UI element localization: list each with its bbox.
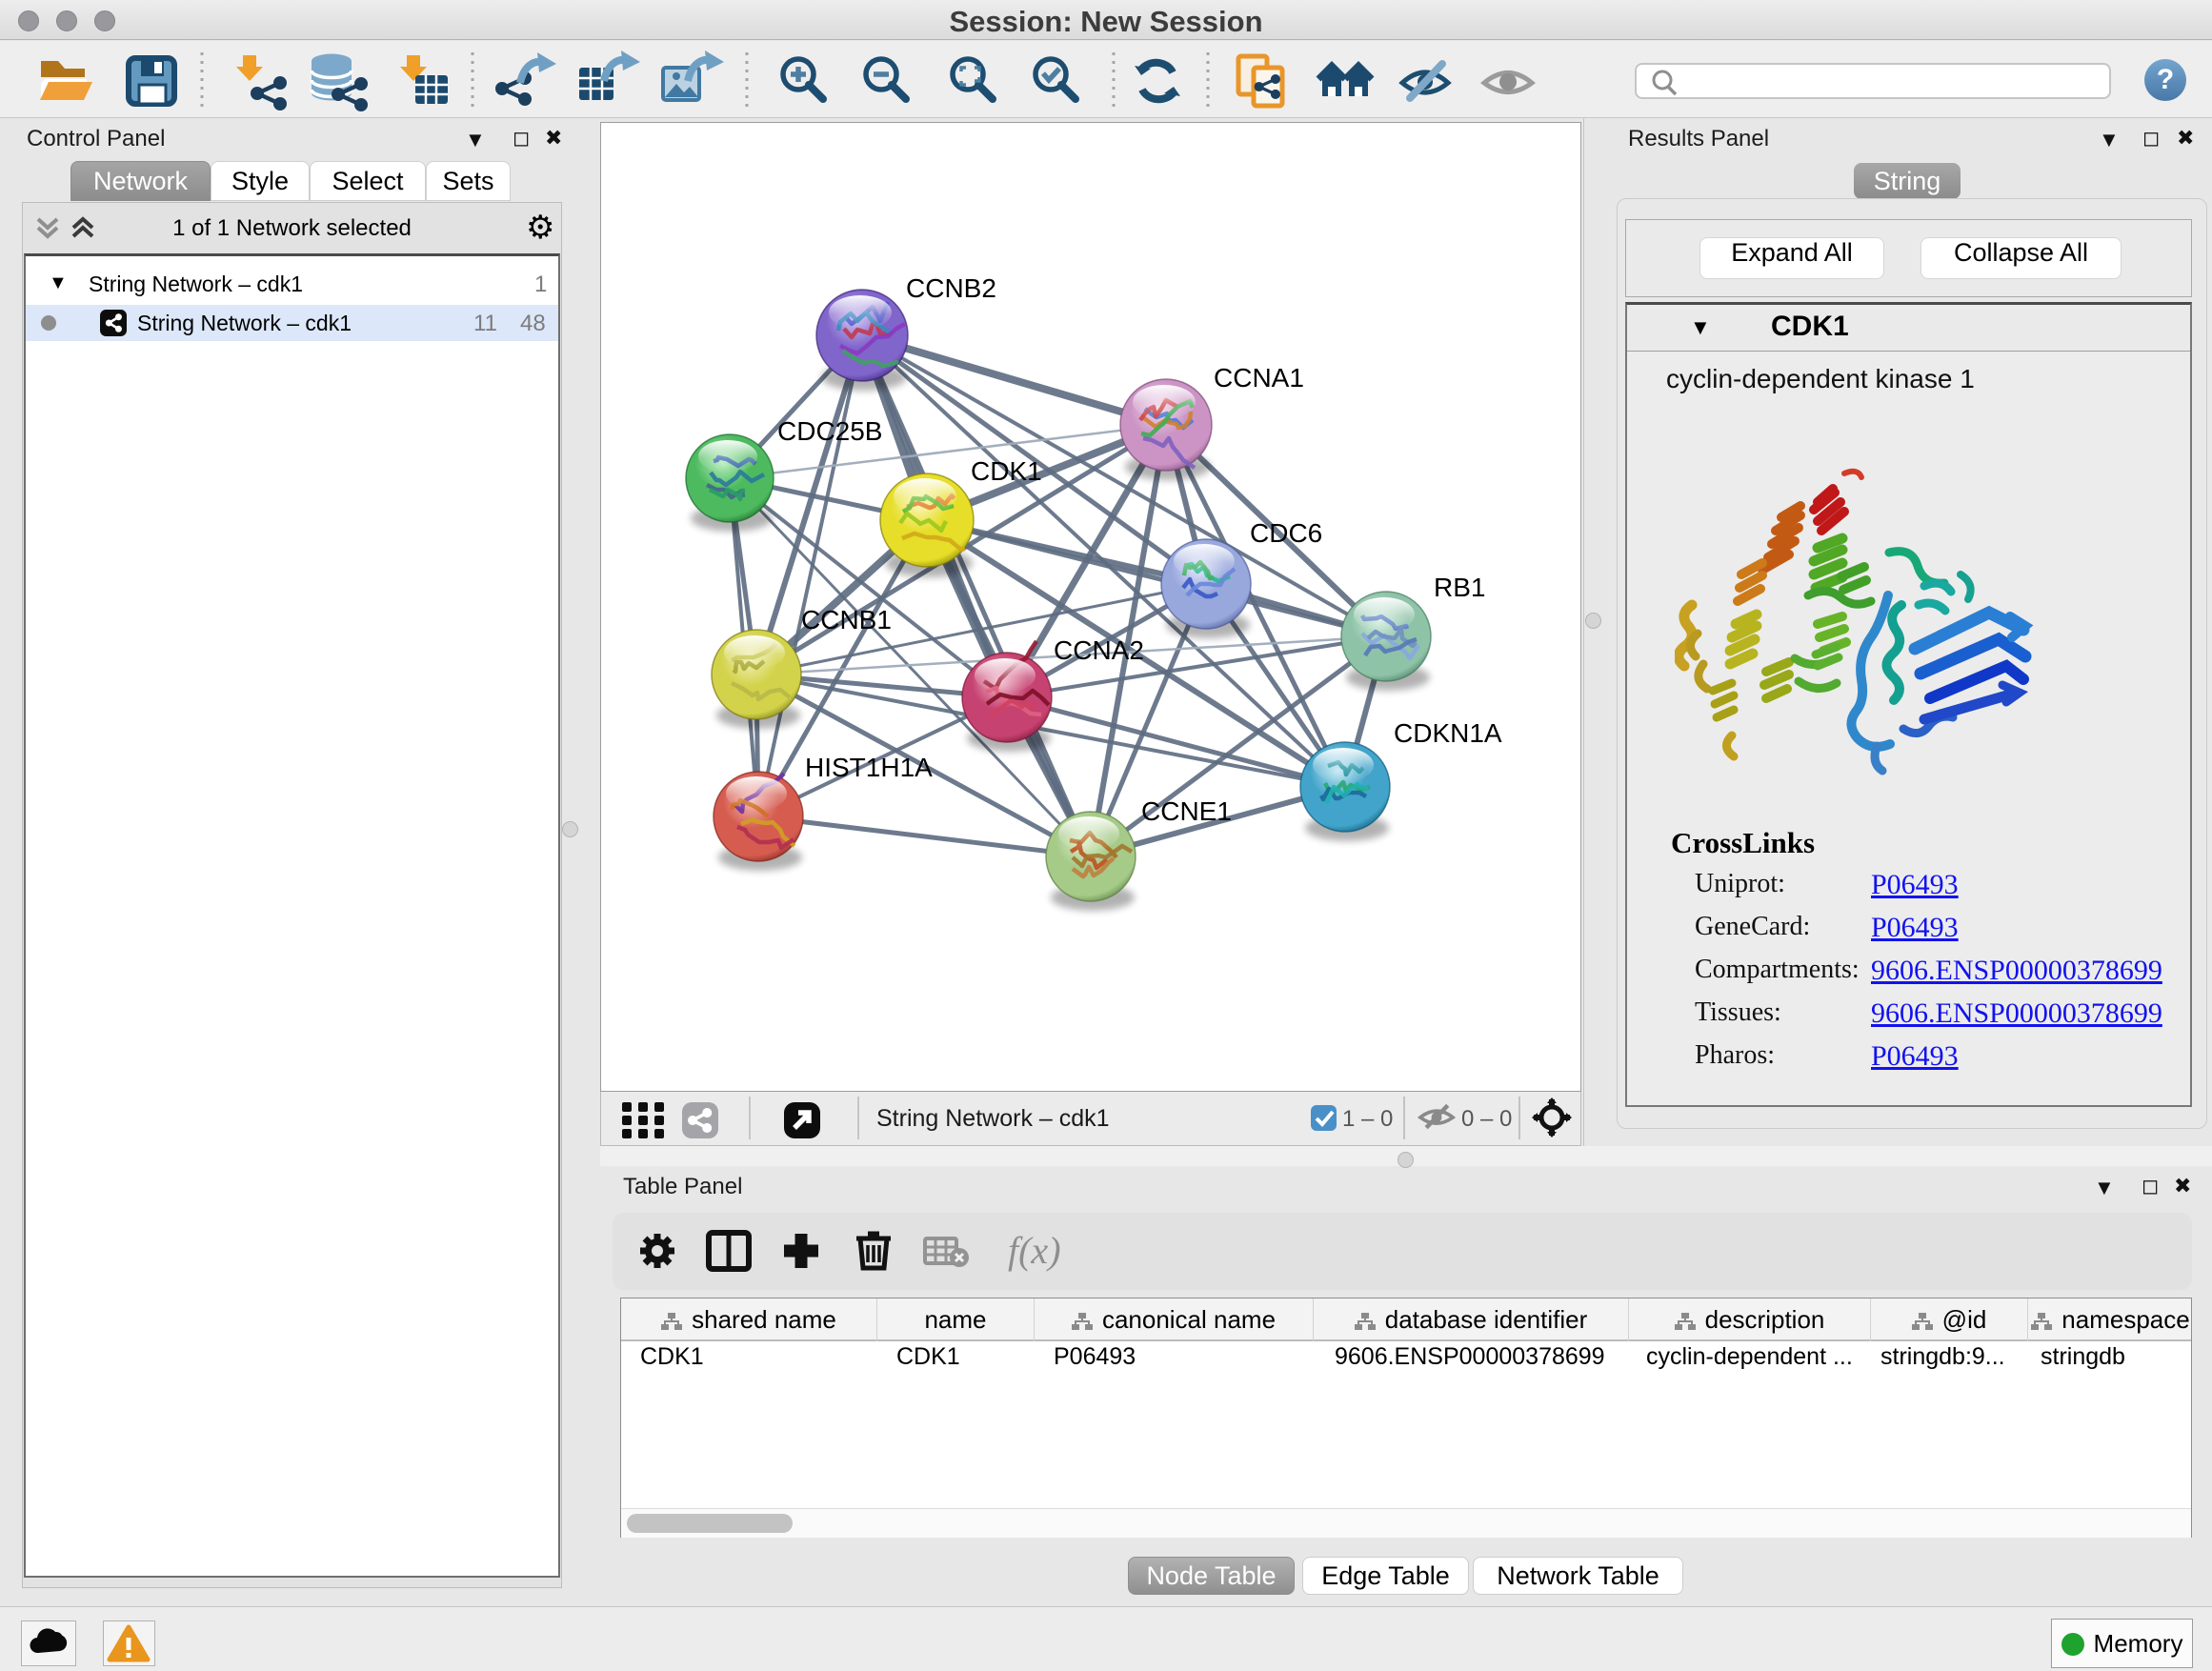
svg-text:1 – 0: 1 – 0 — [1342, 1106, 1393, 1132]
svg-text:String Network – cdk1: String Network – cdk1 — [876, 1105, 1110, 1132]
svg-text:CCNE1: CCNE1 — [1141, 796, 1232, 826]
svg-text:CDC6: CDC6 — [1250, 518, 1322, 548]
svg-text:0 – 0: 0 – 0 — [1461, 1106, 1512, 1132]
svg-text:CDK1: CDK1 — [971, 456, 1042, 486]
svg-text:HIST1H1A: HIST1H1A — [805, 753, 933, 782]
svg-text:f(x): f(x) — [1008, 1229, 1061, 1272]
svg-text:CCNA1: CCNA1 — [1214, 363, 1304, 393]
svg-text:CDKN1A: CDKN1A — [1394, 718, 1502, 748]
svg-text:CDC25B: CDC25B — [777, 416, 882, 446]
svg-text:CCNB1: CCNB1 — [801, 605, 892, 634]
svg-text:CCNA2: CCNA2 — [1054, 635, 1144, 665]
svg-text:CCNB2: CCNB2 — [906, 273, 996, 303]
svg-text:RB1: RB1 — [1434, 573, 1485, 602]
